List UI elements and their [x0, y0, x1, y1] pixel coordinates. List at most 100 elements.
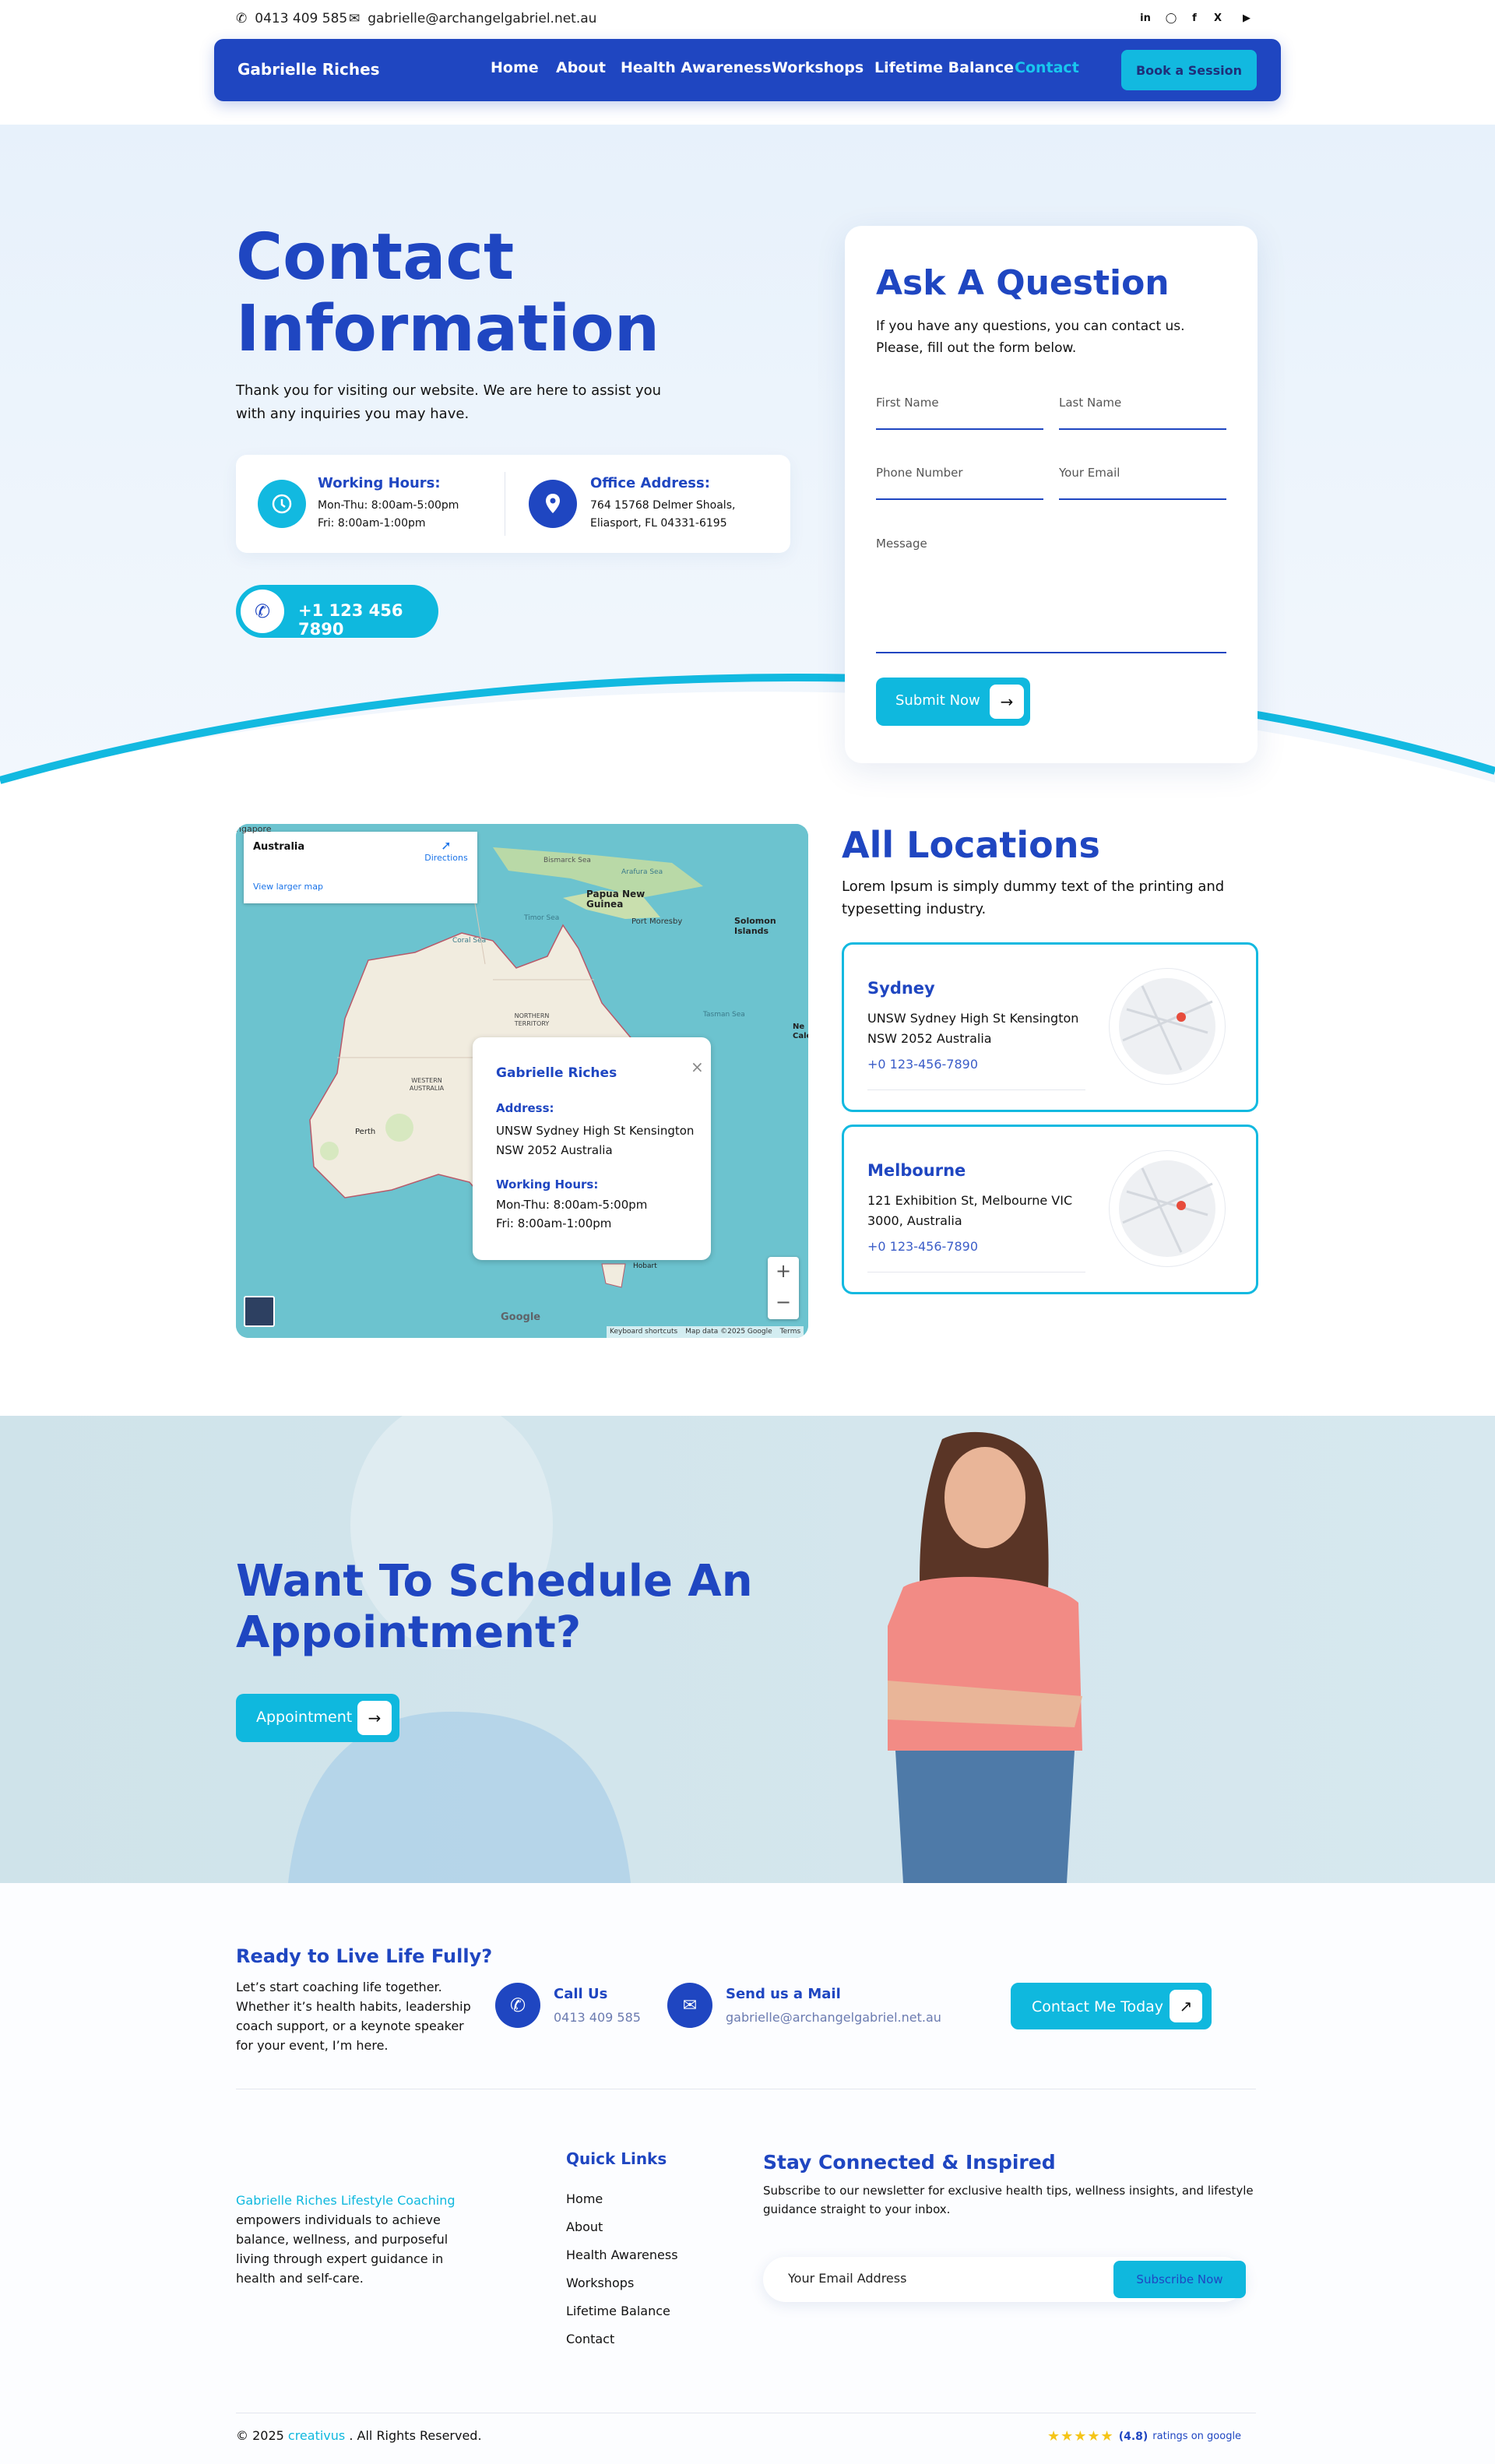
- map-label-nt: NORTHERN TERRITORY: [514, 1012, 550, 1027]
- call-us-title: Call Us: [554, 1986, 608, 2002]
- hero-wave: [0, 674, 1495, 787]
- zoom-out-icon[interactable]: −: [768, 1291, 799, 1313]
- appointment-button[interactable]: Appointment →: [236, 1694, 399, 1742]
- clock-icon: [258, 480, 306, 528]
- submit-button[interactable]: Submit Now →: [876, 678, 1030, 726]
- instagram-icon[interactable]: ◯: [1163, 9, 1180, 26]
- nav-home[interactable]: Home: [491, 59, 539, 76]
- phone-number: +1 123 456 7890: [298, 601, 403, 639]
- footer-about: Gabrielle Riches Lifestyle Coaching empo…: [236, 2191, 477, 2288]
- map-popup: Gabrielle Riches × Address: UNSW Sydney …: [473, 1037, 711, 1260]
- popup-hours-label: Working Hours:: [496, 1177, 599, 1192]
- map-terms[interactable]: Terms: [780, 1328, 801, 1336]
- footer-about-brand[interactable]: Gabrielle Riches Lifestyle Coaching: [236, 2193, 456, 2208]
- contact-me-button[interactable]: Contact Me Today ↗: [1011, 1983, 1212, 2029]
- arrow-right-icon: →: [357, 1701, 392, 1735]
- footer-link-workshops[interactable]: Workshops: [566, 2276, 634, 2290]
- nav-workshops[interactable]: Workshops: [772, 59, 864, 76]
- newsletter-email-input[interactable]: Your Email Address: [788, 2271, 906, 2286]
- location-card-melbourne[interactable]: Melbourne 121 Exhibition St, Melbourne V…: [842, 1125, 1258, 1294]
- youtube-icon[interactable]: ▶: [1238, 9, 1255, 26]
- phone-field[interactable]: Phone Number: [876, 466, 1043, 500]
- footer-link-lifetime[interactable]: Lifetime Balance: [566, 2304, 670, 2318]
- map-region: Australia: [253, 841, 305, 853]
- locations-title: All Locations: [842, 824, 1100, 866]
- nav-contact[interactable]: Contact: [1015, 59, 1079, 76]
- close-icon[interactable]: ×: [691, 1058, 704, 1076]
- locations-subtitle: Lorem Ipsum is simply dummy text of the …: [842, 878, 1225, 917]
- map-label-arafura: Timor Sea: [524, 914, 560, 922]
- creativus-link[interactable]: creativus: [288, 2428, 345, 2443]
- woman-photo: [888, 1431, 1082, 1883]
- popup-hours-1: Mon-Thu: 8:00am-5:00pm: [496, 1198, 648, 1212]
- mail-value[interactable]: gabrielle@archangelgabriel.net.au: [726, 2008, 941, 2027]
- last-name-field[interactable]: Last Name: [1059, 396, 1226, 430]
- newsletter-text: Subscribe to our newsletter for exclusiv…: [763, 2184, 1254, 2216]
- brand-logo[interactable]: Gabrielle Riches: [237, 60, 380, 79]
- phone-icon: ✆: [495, 1983, 540, 2028]
- office-line-2: Eliasport, FL 04331-6195: [590, 517, 727, 530]
- phone-pill-button[interactable]: ✆ +1 123 456 7890: [236, 585, 438, 639]
- map-label-perth: Perth: [355, 1128, 376, 1136]
- map-label-coral: Tasman Sea: [703, 1011, 745, 1019]
- google-rating: ★★★★★ (4.8) ratings on google: [1047, 2428, 1241, 2445]
- star-rating-icon: ★★★★★: [1047, 2428, 1114, 2445]
- map-label-bismarck: Arafura Sea: [621, 868, 663, 876]
- satellite-toggle-icon[interactable]: [244, 1296, 275, 1327]
- location-address: 121 Exhibition St, Melbourne VIC 3000, A…: [867, 1193, 1073, 1228]
- map-thumbnail: [1109, 968, 1226, 1085]
- location-phone[interactable]: +0 123-456-7890: [867, 1057, 978, 1072]
- first-name-field[interactable]: First Name: [876, 396, 1043, 430]
- main-nav: Gabrielle Riches Home About Health Aware…: [214, 39, 1281, 101]
- submit-label: Submit Now: [895, 692, 980, 709]
- subscribe-button[interactable]: Subscribe Now: [1113, 2261, 1246, 2298]
- zoom-in-icon[interactable]: +: [768, 1260, 799, 1282]
- map-label-solomon: Solomon Islands: [734, 916, 776, 936]
- email-field[interactable]: Your Email: [1059, 466, 1226, 500]
- google-map[interactable]: Australia ➚ Directions View larger map ng…: [236, 824, 808, 1338]
- location-card-sydney[interactable]: Sydney UNSW Sydney High St Kensington NS…: [842, 942, 1258, 1112]
- map-label-wa: WESTERN AUSTRALIA: [409, 1077, 445, 1092]
- mail-icon: ✉: [349, 11, 361, 26]
- nav-health[interactable]: Health Awareness: [621, 59, 772, 76]
- keyboard-shortcuts[interactable]: Keyboard shortcuts: [610, 1328, 677, 1336]
- location-phone[interactable]: +0 123-456-7890: [867, 1239, 978, 1254]
- map-footer: Keyboard shortcuts Map data ©2025 Google…: [607, 1326, 804, 1338]
- footer-link-about[interactable]: About: [566, 2219, 603, 2234]
- phone-icon: ✆: [236, 11, 248, 26]
- question-form: Ask A Question If you have any questions…: [845, 226, 1258, 763]
- directions-link[interactable]: ➚ Directions: [423, 838, 470, 863]
- popup-address: UNSW Sydney High St Kensington NSW 2052 …: [496, 1124, 695, 1157]
- mail-title: Send us a Mail: [726, 1986, 841, 2002]
- map-label-timor: Coral Sea: [452, 937, 487, 945]
- book-session-button[interactable]: Book a Session: [1121, 50, 1257, 90]
- office-line-1: 764 15768 Delmer Shoals,: [590, 499, 736, 512]
- nav-lifetime[interactable]: Lifetime Balance: [874, 59, 1014, 76]
- footer-link-health[interactable]: Health Awareness: [566, 2248, 678, 2262]
- appointment-label: Appointment: [256, 1709, 353, 1726]
- map-label-port-moresby: Port Moresby: [631, 917, 683, 926]
- arrow-right-icon: →: [990, 685, 1024, 719]
- rating-value: (4.8): [1118, 2430, 1149, 2443]
- map-label-singapore: ngapore: [236, 824, 272, 834]
- footer-link-contact[interactable]: Contact: [566, 2332, 614, 2346]
- appointment-section: Want To Schedule An Appointment? Appoint…: [0, 1416, 1495, 1883]
- facebook-icon[interactable]: f: [1186, 9, 1203, 26]
- footer-link-home[interactable]: Home: [566, 2191, 603, 2206]
- topbar-email[interactable]: ✉ gabrielle@archangelgabriel.net.au: [349, 11, 596, 26]
- mail-icon: ✉: [667, 1983, 712, 2028]
- nav-about[interactable]: About: [556, 59, 606, 76]
- topbar-phone[interactable]: ✆ 0413 409 585: [236, 11, 347, 26]
- ready-text: Let’s start coaching life together. Whet…: [236, 1980, 471, 2053]
- message-field[interactable]: Message: [876, 537, 1226, 653]
- linkedin-icon[interactable]: in: [1137, 9, 1154, 26]
- x-icon[interactable]: X: [1209, 9, 1226, 26]
- map-label-png: Papua New Guinea: [586, 889, 645, 910]
- map-data-credit: Map data ©2025 Google: [685, 1328, 772, 1336]
- arrow-up-right-icon: ↗: [1170, 1990, 1202, 2022]
- map-info-box: Australia ➚ Directions View larger map: [244, 832, 477, 903]
- popup-address-label: Address:: [496, 1101, 554, 1115]
- view-larger-map[interactable]: View larger map: [253, 882, 323, 892]
- contact-me-label: Contact Me Today: [1032, 1998, 1164, 2015]
- call-us-value[interactable]: 0413 409 585: [554, 2008, 641, 2027]
